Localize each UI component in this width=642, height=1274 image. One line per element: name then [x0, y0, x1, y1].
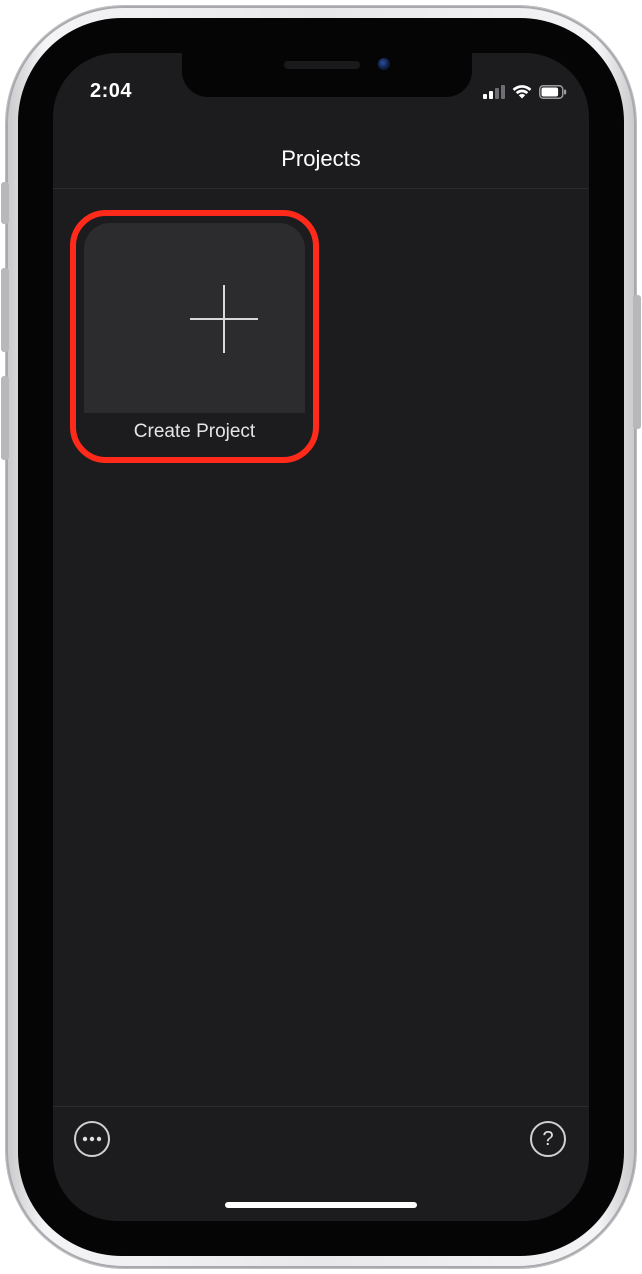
power-button: [633, 295, 641, 429]
create-project-label: Create Project: [133, 421, 256, 442]
signal-bar: [501, 85, 505, 99]
home-indicator[interactable]: [225, 1202, 417, 1208]
help-button[interactable]: ?: [530, 1121, 566, 1157]
status-time: 2:04: [90, 80, 133, 102]
ellipsis-icon: [82, 1136, 102, 1142]
create-project-button[interactable]: Create Project: [84, 223, 305, 448]
wifi-icon: [512, 85, 532, 99]
silent-switch: [1, 182, 9, 224]
earpiece-speaker: [284, 61, 360, 69]
page-title: Projects: [281, 146, 361, 171]
question-mark-icon: ?: [542, 1128, 554, 1150]
volume-up-button: [1, 268, 9, 352]
signal-bar: [483, 94, 487, 99]
front-camera: [378, 58, 390, 70]
battery-icon: [539, 85, 567, 99]
more-options-button[interactable]: [74, 1121, 110, 1157]
cellular-signal-icon: [483, 85, 505, 99]
volume-down-button: [1, 376, 9, 460]
plus-icon: [190, 285, 258, 353]
status-icons: [483, 83, 567, 99]
screen: 2:04 Projects Create Project ?: [53, 53, 589, 1221]
nav-divider: [53, 188, 589, 189]
signal-bar: [489, 91, 493, 99]
toolbar-divider: [53, 1106, 589, 1107]
notch: [182, 53, 472, 97]
signal-bar: [495, 88, 499, 99]
